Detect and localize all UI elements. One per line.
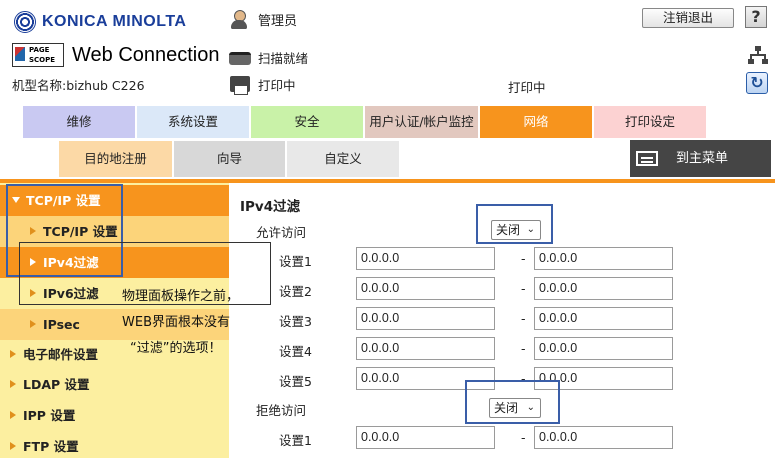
range-separator: - <box>521 251 526 266</box>
arrow-icon <box>10 350 16 358</box>
allow-row-2-label: 设置2 <box>279 284 312 299</box>
sitemap-icon[interactable] <box>748 46 768 64</box>
highlight-box-deny <box>465 380 560 424</box>
tab-print-settings[interactable]: 打印设定 <box>594 106 706 138</box>
deny-row-1-from-input[interactable]: 0.0.0.0 <box>356 426 495 449</box>
tab-user-auth[interactable]: 用户认证/帐户监控 <box>365 106 478 138</box>
allow-access-label: 允许访问 <box>256 225 307 240</box>
konica-minolta-emblem-icon <box>14 11 36 33</box>
tab-network[interactable]: 网络 <box>480 106 592 138</box>
subtab-address-registration[interactable]: 目的地注册 <box>59 141 172 177</box>
print-status-text: 打印中 <box>258 77 296 93</box>
sidebar-item-ftp-settings[interactable]: FTP 设置 <box>0 431 229 458</box>
tab-maintenance[interactable]: 维修 <box>23 106 135 138</box>
product-name: Web Connection <box>72 43 220 66</box>
printer-icon <box>228 74 252 95</box>
annotation-line-2: WEB界面根本没有 <box>122 315 230 330</box>
deny-access-label: 拒绝访问 <box>256 403 307 418</box>
konica-minolta-logo: KONICA MINOLTA <box>14 10 224 34</box>
allow-row-4-from-input[interactable]: 0.0.0.0 <box>356 337 495 360</box>
allow-row-4-to-input[interactable]: 0.0.0.0 <box>534 337 673 360</box>
help-button[interactable]: ? <box>745 6 767 28</box>
main-menu-button[interactable]: 到主菜单 <box>630 140 771 177</box>
brand-text: KONICA MINOLTA <box>42 13 187 30</box>
sidebar-item-ldap-settings[interactable]: LDAP 设置 <box>0 369 229 400</box>
highlight-box-allow <box>476 204 553 244</box>
allow-row-3-label: 设置3 <box>279 314 312 329</box>
annotation-line-3: “过滤”的选项！ <box>130 341 222 356</box>
arrow-icon <box>10 442 16 450</box>
model-name: 机型名称:bizhub C226 <box>12 78 145 93</box>
range-separator: - <box>521 311 526 326</box>
allow-row-2-to-input[interactable]: 0.0.0.0 <box>534 277 673 300</box>
tab-system-settings[interactable]: 系统设置 <box>137 106 249 138</box>
arrow-icon <box>10 411 16 419</box>
scan-status: 扫描就绪 <box>228 47 308 67</box>
allow-row-3-to-input[interactable]: 0.0.0.0 <box>534 307 673 330</box>
arrow-icon <box>10 380 16 388</box>
user-info: 管理员 <box>228 8 297 30</box>
main-menu-icon <box>636 151 658 166</box>
scanner-icon <box>228 47 252 67</box>
deny-row-1-to-input[interactable]: 0.0.0.0 <box>534 426 673 449</box>
range-separator: - <box>521 341 526 356</box>
print-status-secondary: 打印中 <box>508 80 546 95</box>
user-name: 管理员 <box>258 13 298 29</box>
tab-security[interactable]: 安全 <box>251 106 363 138</box>
allow-row-1-from-input[interactable]: 0.0.0.0 <box>356 247 495 270</box>
allow-row-2-from-input[interactable]: 0.0.0.0 <box>356 277 495 300</box>
user-icon <box>228 8 252 30</box>
subtab-custom[interactable]: 自定义 <box>287 141 399 177</box>
range-separator: - <box>521 281 526 296</box>
sidebar-item-ipp-settings[interactable]: IPP 设置 <box>0 400 229 431</box>
allow-row-1-label: 设置1 <box>279 254 312 269</box>
pagescope-icon: PAGE SCOPE <box>12 43 64 67</box>
subtab-wizard[interactable]: 向导 <box>174 141 285 177</box>
allow-row-1-to-input[interactable]: 0.0.0.0 <box>534 247 673 270</box>
allow-row-4-label: 设置4 <box>279 344 312 359</box>
page-title: IPv4过滤 <box>240 199 301 215</box>
logout-button[interactable]: 注销退出 <box>642 8 734 28</box>
scan-status-text: 扫描就绪 <box>258 50 309 66</box>
refresh-button[interactable]: ↻ <box>746 72 768 94</box>
allow-row-5-label: 设置5 <box>279 374 312 389</box>
arrow-icon <box>30 320 36 328</box>
deny-row-1-label: 设置1 <box>279 433 312 448</box>
main-menu-label: 到主菜单 <box>676 151 729 166</box>
web-connection-logo: PAGE SCOPE Web Connection <box>12 42 220 68</box>
print-status: 打印中 <box>228 74 296 95</box>
annotation-line-1: 物理面板操作之前， <box>122 289 240 304</box>
allow-row-3-from-input[interactable]: 0.0.0.0 <box>356 307 495 330</box>
range-separator: - <box>521 430 526 445</box>
